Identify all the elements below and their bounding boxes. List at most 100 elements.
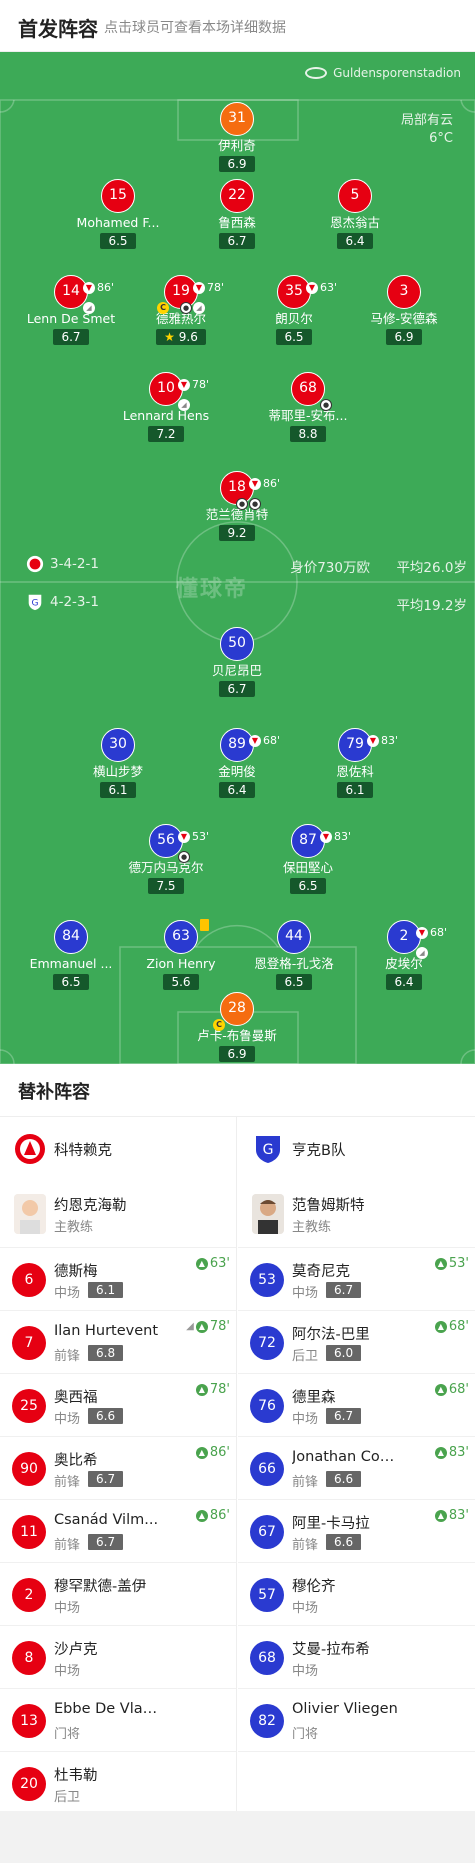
sub-out-indicator: ▼ 83' (320, 821, 351, 852)
player-away-63[interactable]: 63 Zion Henry 5.6 (126, 919, 236, 990)
player-away-87[interactable]: 87 ▼ 83' 保田堅心 6.5 (253, 824, 363, 894)
player-rating: 6.4 (386, 974, 422, 990)
player-position: 中场 (292, 1601, 319, 1616)
weather-temp: 6°C (429, 131, 453, 146)
player-home-22[interactable]: 22 鲁西森 6.7 (182, 179, 292, 249)
player-number: 18 ▼ 86' ● ● (220, 471, 280, 510)
player-rating: 6.5 (276, 329, 312, 345)
away-team-header[interactable]: G 亨克B队 (238, 1117, 475, 1180)
lineup-header: 首发阵容 点击球员可查看本场详细数据 (0, 0, 475, 52)
player-away-79[interactable]: 79 ▼ 83' 恩佐科 6.1 (300, 728, 410, 798)
coach-role: 主教练 (54, 1220, 94, 1235)
yellow-card-icon (200, 919, 209, 931)
weather: 局部有云 6°C (401, 112, 453, 148)
player-rating: 6.5 (100, 233, 136, 249)
player-name: 莫奇尼克 (292, 1264, 350, 1280)
player-home-68[interactable]: 68 ● 蒂耶里-安布... 8.8 (253, 372, 363, 442)
away-coach[interactable]: 范鲁姆斯特 主教练 (238, 1180, 475, 1248)
player-away-30[interactable]: 30 横山步梦 6.1 (63, 728, 173, 798)
player-number: 20 (12, 1767, 46, 1801)
player-home-gk[interactable]: 31 伊利奇 6.9 (182, 102, 292, 172)
player-rating: 6.1 (100, 782, 136, 798)
sub-out-indicator: ▼ 86' (83, 272, 114, 303)
sub-row[interactable]: 67 阿里-卡马拉 前锋 6.6 ▲ 83' (238, 1500, 475, 1563)
sub-row[interactable]: 66 Jonathan Coe... 前锋 6.6 ▲ 83' (238, 1437, 475, 1500)
away-team-name: 亨克B队 (292, 1143, 346, 1159)
home-team-info: 3-4-2-1 身价730万欧 平均26.0岁 (0, 554, 475, 576)
player-rating: 5.6 (163, 974, 199, 990)
player-away-56[interactable]: 56 ▼ 53' ● 德万内马克尔 7.5 (111, 824, 221, 894)
player-away-84[interactable]: 84 Emmanuel ... 6.5 (16, 920, 126, 990)
player-name: 沙卢克 (54, 1642, 98, 1658)
player-away-44[interactable]: 44 恩登格-孔戈洛 6.5 (239, 920, 349, 990)
player-number: 68 (250, 1641, 284, 1675)
player-away-gk[interactable]: 28 C 卢卡-布鲁曼斯 6.9 (182, 992, 292, 1062)
player-away-89[interactable]: 89 ▼ 68' 金明俊 6.4 (182, 728, 292, 798)
substitutes-section: 替补阵容 科特赖克 约恩克海勒 主教练 6 德斯梅 中场 6.1 ▲ 63' 7 … (0, 1064, 475, 1863)
player-name: 贝尼昂巴 (211, 663, 262, 678)
sub-row[interactable]: 25 奥西福 中场 6.6 ▲ 78' (0, 1374, 236, 1437)
player-name: Csanád Vilm... (54, 1512, 159, 1528)
player-name: 穆伦齐 (292, 1579, 336, 1595)
sub-row[interactable]: 90 奥比希 前锋 6.7 ▲ 86' (0, 1437, 236, 1500)
player-name: 卢卡-布鲁曼斯 (197, 1028, 277, 1043)
player-position: 前锋 (54, 1475, 81, 1490)
player-name: Olivier Vliegen (292, 1701, 398, 1717)
footer-spacer (0, 1811, 475, 1863)
player-rating: 6.9 (219, 156, 255, 172)
home-team-header[interactable]: 科特赖克 (0, 1117, 236, 1180)
sub-row[interactable]: 72 阿尔法-巴里 后卫 6.0 ▲ 68' (238, 1311, 475, 1374)
sub-row[interactable]: 53 莫奇尼克 中场 6.7 ▲ 53' (238, 1248, 475, 1311)
player-home-14[interactable]: 14 ▼ 86' ◢ Lenn De Smet 6.7 (16, 275, 126, 345)
player-away-50[interactable]: 50 贝尼昂巴 6.7 (182, 627, 292, 697)
player-number: 10 ▼ 78' ◢ (149, 372, 209, 411)
player-events: ● ◢ (180, 302, 205, 314)
player-events: ● (320, 399, 332, 411)
sub-row[interactable]: 20 杜韦勒 后卫 (0, 1752, 236, 1815)
sub-row[interactable]: 76 德里森 中场 6.7 ▲ 68' (238, 1374, 475, 1437)
sub-row[interactable]: 6 德斯梅 中场 6.1 ▲ 63' (0, 1248, 236, 1311)
player-rating: 6.9 (219, 1046, 255, 1062)
player-number: 19 ▼ 78' C ● ◢ (157, 275, 224, 314)
home-coach[interactable]: 约恩克海勒 主教练 (0, 1180, 236, 1248)
sub-row[interactable]: 68 艾曼-拉布希 中场 (238, 1626, 475, 1689)
sub-in-icon: ▲ (434, 1257, 447, 1270)
sub-row[interactable]: 57 穆伦齐 中场 (238, 1563, 475, 1626)
sub-row[interactable]: 82 Olivier Vliegen 门将 (238, 1689, 475, 1752)
home-formation: 3-4-2-1 (50, 556, 99, 572)
player-home-18[interactable]: 18 ▼ 86' ● ● 范兰德肖特 9.2 (182, 471, 292, 541)
player-home-5[interactable]: 5 恩杰翁古 6.4 (300, 179, 410, 249)
goal-icon: ● (180, 302, 192, 314)
player-home-15[interactable]: 15 Mohamed F... 6.5 (63, 179, 173, 249)
sub-in-time: ▲ 86' (195, 1445, 230, 1460)
player-rating: 6.7 (219, 233, 255, 249)
goal-icon: ● (249, 498, 261, 510)
player-number: 31 (220, 102, 254, 136)
assist-icon: ◢ (416, 947, 428, 959)
weather-text: 局部有云 (400, 113, 453, 128)
player-number: 79 ▼ 83' (338, 728, 398, 762)
player-name: 恩登格-孔戈洛 (254, 956, 334, 971)
player-name: 恩佐科 (336, 764, 374, 779)
player-name: Ilan Hurtevent (54, 1323, 159, 1339)
sub-row[interactable]: 13 Ebbe De Vlae... 门将 (0, 1689, 236, 1752)
player-away-2[interactable]: 2 ▼ 68' ◢ 皮埃尔 6.4 (349, 920, 459, 990)
player-rating: 6.1 (88, 1282, 124, 1298)
player-home-3[interactable]: 3 马修-安德森 6.9 (349, 275, 459, 345)
player-events: ◢ (83, 302, 95, 314)
sub-row[interactable]: 11 Csanád Vilm... 前锋 6.7 ▲ 86' (0, 1500, 236, 1563)
player-home-35[interactable]: 35 ▼ 63' 朗贝尔 6.5 (239, 275, 349, 345)
sub-out-icon: ▼ (306, 281, 318, 294)
player-home-19[interactable]: 19 ▼ 78' C ● ◢ 德雅热尔 ★ 9.6 (126, 275, 236, 345)
player-rating: ★ 9.6 (156, 329, 206, 345)
player-number: 63 (164, 919, 209, 954)
sub-row[interactable]: 7 Ilan Hurtevent 前锋 6.8 ◢ ▲ 78' (0, 1311, 236, 1374)
player-name: 伊利奇 (218, 138, 256, 153)
sub-row[interactable]: 2 穆罕默德-盖伊 中场 (0, 1563, 236, 1626)
player-number: 66 (250, 1452, 284, 1486)
sub-row[interactable]: 8 沙卢克 中场 (0, 1626, 236, 1689)
coach-name: 约恩克海勒 (54, 1198, 127, 1214)
sub-in-icon: ▲ (195, 1383, 208, 1396)
player-home-10[interactable]: 10 ▼ 78' ◢ Lennard Hens 7.2 (111, 372, 221, 442)
player-position: 门将 (54, 1727, 81, 1742)
